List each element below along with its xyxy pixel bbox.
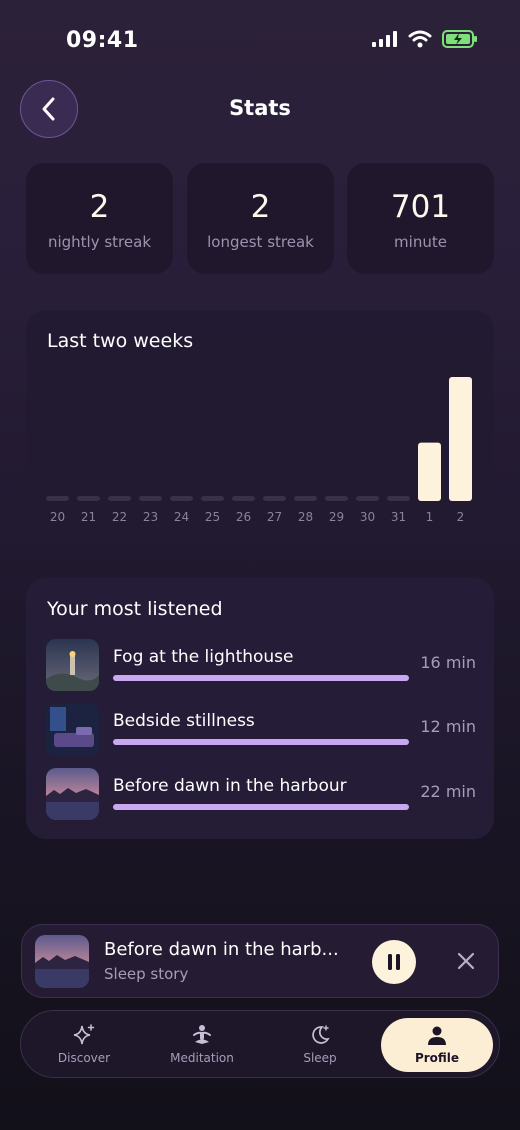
tab-label: Meditation [170, 1051, 234, 1065]
harbour-thumbnail [46, 768, 99, 820]
chart-tick-label: 2 [457, 510, 465, 524]
track-minutes: 12 min [420, 717, 476, 736]
status-bar: 09:41 [0, 0, 520, 80]
track-row[interactable]: Before dawn in the harbour 22 min [46, 768, 476, 822]
chart-bar-24 [170, 496, 193, 501]
chart-tick-label: 30 [360, 510, 375, 524]
chart-tick-label: 21 [81, 510, 96, 524]
chart-bar-26 [232, 496, 255, 501]
chart-bar-22 [108, 496, 131, 501]
tab-sleep[interactable]: Sleep [264, 1011, 376, 1079]
now-playing-title: Before dawn in the harb... [104, 939, 339, 960]
stat-card-minutes: 701 minute [347, 163, 494, 274]
chart-bar-20 [46, 496, 69, 501]
battery-icon [442, 30, 477, 48]
chart-bar-29 [325, 496, 348, 501]
chart-tick-label: 1 [426, 510, 434, 524]
track-row[interactable]: Fog at the lighthouse 16 min [46, 639, 476, 693]
chart-bar-1 [418, 442, 441, 501]
chart-tick-label: 20 [50, 510, 65, 524]
stat-card-longest-streak: 2 longest streak [187, 163, 334, 274]
mini-player[interactable]: Before dawn in the harb... Sleep story [21, 924, 499, 998]
tab-label: Sleep [303, 1051, 337, 1065]
stat-value: 701 [390, 189, 451, 225]
status-icons [372, 30, 478, 48]
stat-label: longest streak [207, 233, 314, 251]
track-name: Bedside stillness [113, 711, 255, 731]
chart-bar-27 [263, 496, 286, 501]
close-player-button[interactable] [454, 949, 478, 973]
tab-profile[interactable]: Profile [381, 1018, 493, 1072]
stat-value: 2 [89, 189, 110, 225]
pause-button[interactable] [372, 940, 416, 984]
tab-label: Profile [414, 1051, 460, 1065]
chart-bar-30 [356, 496, 379, 501]
signal-icon [372, 31, 397, 47]
chart-bar-23 [139, 496, 162, 501]
track-minutes: 22 min [420, 782, 476, 801]
tab-meditation[interactable]: Meditation [146, 1011, 258, 1079]
chart-tick-label: 27 [267, 510, 282, 524]
chart-bar-25 [201, 496, 224, 501]
chart-tick-label: 22 [112, 510, 127, 524]
bar-chart: 20 21 22 23 24 25 26 27 28 29 30 31 1 2 [46, 377, 472, 524]
chart-tick-label: 24 [174, 510, 189, 524]
bedroom-thumbnail [46, 703, 99, 755]
chart-tick-label: 28 [298, 510, 313, 524]
person-icon [428, 1026, 446, 1045]
stat-label: nightly streak [47, 233, 152, 251]
chart-tick-label: 26 [236, 510, 251, 524]
track-row[interactable]: Bedside stillness 12 min [46, 703, 476, 757]
track-progress [113, 804, 409, 810]
stat-value: 2 [250, 189, 271, 225]
track-progress [113, 675, 409, 681]
status-time: 09:41 [66, 28, 139, 53]
sparkle-icon [73, 1024, 95, 1045]
close-icon [457, 952, 475, 970]
now-playing-thumbnail [35, 935, 89, 988]
chart-bar-2 [449, 377, 472, 501]
wifi-icon [408, 30, 432, 48]
chart-tick-label: 23 [143, 510, 158, 524]
track-name: Before dawn in the harbour [113, 776, 347, 796]
chart-card: Last two weeks 20 21 22 23 24 25 26 27 28 29 30 31 1… [26, 310, 494, 544]
chart-tick-label: 31 [391, 510, 406, 524]
tab-discover[interactable]: Discover [28, 1011, 140, 1079]
track-progress [113, 739, 409, 745]
lighthouse-thumbnail [46, 639, 99, 691]
meditation-icon [193, 1025, 211, 1044]
tab-bar: Discover Meditation Sleep Profile [20, 1010, 500, 1078]
pause-icon [388, 954, 400, 970]
chart-tick-label: 29 [329, 510, 344, 524]
tab-label: Discover [57, 1051, 111, 1065]
page-title: Stats [229, 96, 291, 120]
chart-tick-label: 25 [205, 510, 220, 524]
stat-card-nightly-streak: 2 nightly streak [26, 163, 173, 274]
now-playing-subtitle: Sleep story [104, 965, 189, 983]
most-listened-card: Your most listened Fog at the lighthouse… [26, 578, 494, 839]
chart-bar-28 [294, 496, 317, 501]
moon-icon [312, 1025, 330, 1044]
most-listened-title: Your most listened [47, 598, 223, 620]
track-minutes: 16 min [420, 653, 476, 672]
stat-label: minute [394, 233, 447, 251]
track-name: Fog at the lighthouse [113, 647, 294, 667]
chart-bar-21 [77, 496, 100, 501]
chart-bar-31 [387, 496, 410, 501]
